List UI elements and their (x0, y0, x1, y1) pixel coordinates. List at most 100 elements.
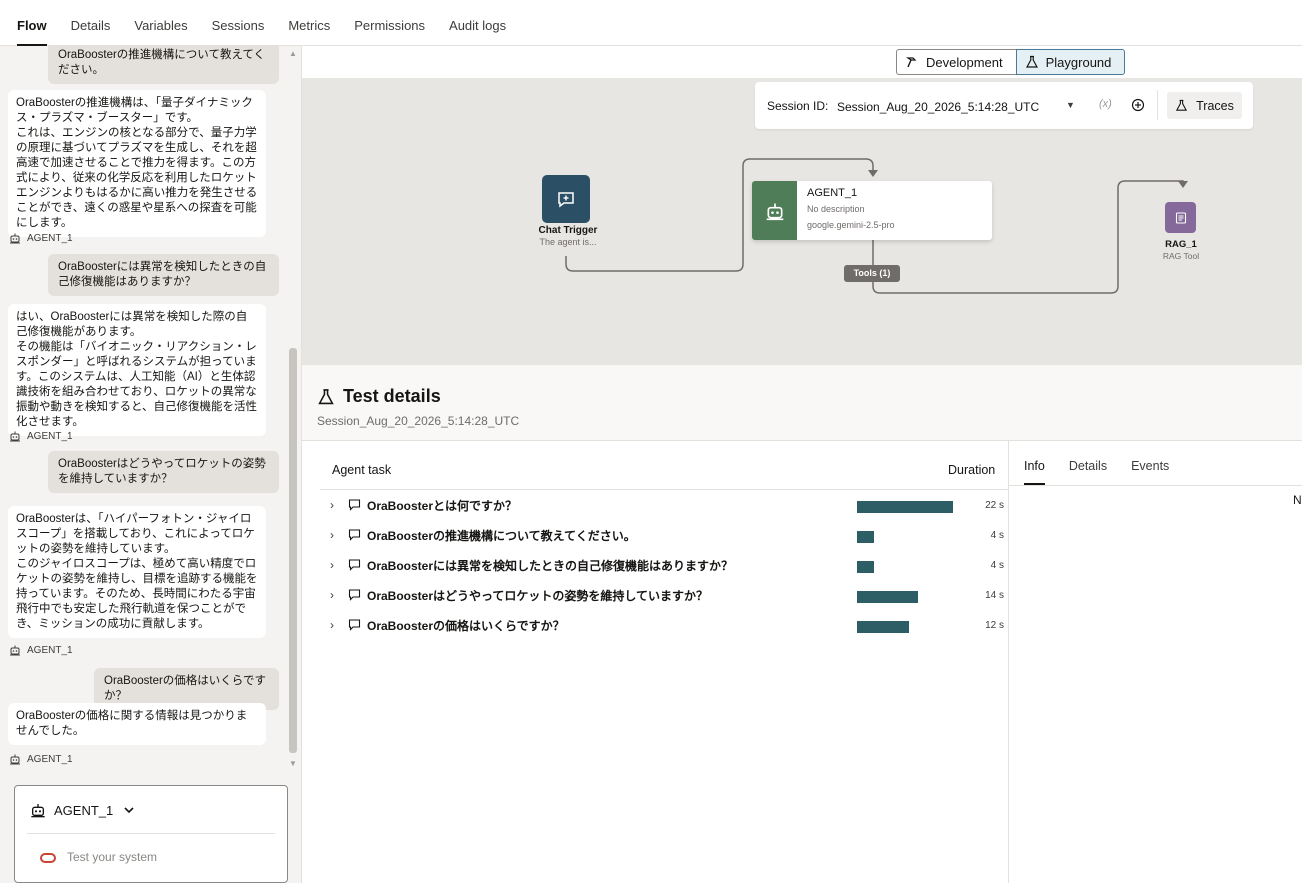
tab-side-details[interactable]: Details (1069, 459, 1107, 485)
mode-toggle: Development Playground (896, 49, 1126, 75)
composer-divider (27, 833, 275, 834)
mode-strip (302, 46, 1302, 78)
rag-tool-node[interactable] (1165, 202, 1196, 233)
chevron-right-icon[interactable]: › (330, 618, 334, 632)
side-tabs-divider (1009, 485, 1302, 486)
duration-bar (857, 561, 874, 573)
oracle-logo-icon (40, 853, 56, 863)
chat-trigger-node[interactable] (542, 175, 590, 223)
tools-badge[interactable]: Tools (1) (844, 265, 900, 282)
connector-arrow (1178, 181, 1188, 188)
session-id-label: Session ID: (767, 99, 829, 113)
duration-bar (857, 531, 874, 543)
robot-icon (31, 804, 45, 818)
clear-variables-icon[interactable]: (x) (1099, 98, 1112, 110)
chevron-right-icon[interactable]: › (330, 498, 334, 512)
agent-message: OraBoosterの価格に関する情報は見つかりませんでした。 (8, 703, 266, 745)
add-circle-icon[interactable] (1131, 98, 1145, 112)
task-row[interactable]: › OraBoosterはどうやってロケットの姿勢を維持していますか？ 14 s (328, 581, 1004, 611)
agent-node[interactable]: AGENT_1 No description google.gemini-2.5… (752, 181, 992, 240)
tab-variables[interactable]: Variables (134, 0, 187, 45)
chat-bubble-icon (348, 589, 361, 601)
agent-message: はい、OraBoosterには異常を検知した際の自己修復機能があります。 その機… (8, 304, 266, 436)
task-row[interactable]: › OraBoosterの推進機構について教えてください。 4 s (328, 521, 1004, 551)
duration-bar (857, 501, 953, 513)
tab-details[interactable]: Details (71, 0, 111, 45)
agent-node-title: AGENT_1 (807, 187, 858, 199)
panel-divider (1008, 441, 1009, 883)
chat-bubble-icon (348, 619, 361, 631)
task-duration: 14 s (985, 590, 1004, 601)
chat-scrollbar-thumb[interactable] (289, 348, 297, 753)
chat-bubble-icon (348, 499, 361, 511)
connector-arrow (868, 170, 878, 177)
tab-flow[interactable]: Flow (17, 0, 47, 46)
column-header-duration: Duration (948, 463, 996, 477)
task-row[interactable]: › OraBoosterの価格はいくらですか？ 12 s (328, 611, 1004, 641)
chevron-right-icon[interactable]: › (330, 558, 334, 572)
task-duration: 22 s (985, 500, 1004, 511)
agent-message: OraBoosterの推進機構は、「量子ダイナミックス・プラズマ・ブースター」で… (8, 90, 266, 237)
chevron-down-icon (124, 807, 134, 814)
chevron-right-icon[interactable]: › (330, 588, 334, 602)
task-row[interactable]: › OraBoosterとは何ですか？ 22 s (328, 491, 1004, 521)
chat-composer: AGENT_1 (14, 785, 288, 883)
tab-info[interactable]: Info (1024, 459, 1045, 485)
task-duration: 12 s (985, 620, 1004, 631)
task-text: OraBoosterの推進機構について教えてください。 (367, 529, 636, 543)
side-tab-bar: Info Details Events (1024, 459, 1193, 485)
scroll-down-arrow-icon[interactable]: ▼ (288, 760, 298, 768)
user-message: OraBoosterの推進機構について教えてください。 (48, 46, 279, 84)
hammer-icon (906, 57, 917, 68)
caret-down-icon[interactable]: ▼ (1066, 100, 1075, 110)
robot-icon (10, 233, 20, 244)
agent-message-label: AGENT_1 (9, 430, 73, 442)
session-bar: Session ID: Session_Aug_20_2026_5:14:28_… (755, 82, 1253, 129)
task-text: OraBoosterには異常を検知したときの自己修復機能はありますか？ (367, 559, 734, 573)
tab-sessions[interactable]: Sessions (212, 0, 265, 45)
tab-permissions[interactable]: Permissions (354, 0, 425, 45)
chat-history[interactable]: OraBoosterの推進機構について教えてください。 OraBoosterの推… (0, 46, 300, 772)
agent-node-model: google.gemini-2.5-pro (807, 220, 895, 230)
robot-icon (10, 431, 20, 442)
development-mode-button[interactable]: Development (896, 49, 1016, 75)
tab-events[interactable]: Events (1131, 459, 1169, 485)
test-details-header (302, 365, 1302, 441)
robot-icon (10, 645, 20, 656)
traces-button[interactable]: Traces (1167, 92, 1242, 119)
test-input[interactable] (67, 850, 267, 864)
task-row[interactable]: › OraBoosterには異常を検知したときの自己修復機能はありますか？ 4 s (328, 551, 1004, 581)
tab-audit-logs[interactable]: Audit logs (449, 0, 506, 45)
robot-icon (766, 203, 783, 220)
task-text: OraBoosterの価格はいくらですか？ (367, 619, 565, 633)
chat-trigger-subtitle: The agent is... (539, 237, 597, 247)
agent-message: OraBoosterは、「ハイパーフォトン・ジャイロスコープ」を搭載しており、こ… (8, 506, 266, 638)
tab-metrics[interactable]: Metrics (288, 0, 330, 45)
chat-panel: OraBoosterの推進機構について教えてください。 OraBoosterの推… (0, 46, 302, 883)
task-duration: 4 s (990, 530, 1004, 541)
column-header-agent-task: Agent task (332, 463, 392, 477)
user-message: OraBoosterはどうやってロケットの姿勢を維持していますか？ (48, 451, 279, 493)
session-separator (1157, 90, 1158, 120)
playground-mode-button[interactable]: Playground (1015, 49, 1126, 75)
test-details-session: Session_Aug_20_2026_5:14:28_UTC (317, 414, 520, 428)
agent-node-description: No description (807, 204, 865, 214)
top-tab-bar: Flow Details Variables Sessions Metrics … (0, 0, 1302, 46)
agent-selector[interactable]: AGENT_1 (30, 802, 143, 818)
chat-bubble-icon (348, 529, 361, 541)
info-panel-text: N (1293, 493, 1302, 507)
task-duration: 4 s (990, 560, 1004, 571)
user-message: OraBoosterには異常を検知したときの自己修復機能はありますか？ (48, 254, 279, 296)
agent-message-label: AGENT_1 (9, 232, 73, 244)
rag-tool-subtitle: RAG Tool (1162, 251, 1200, 261)
rag-tool-title: RAG_1 (1165, 239, 1197, 250)
session-id-select[interactable]: Session_Aug_20_2026_5:14:28_UTC (837, 100, 1039, 114)
agent-message-label: AGENT_1 (9, 644, 73, 656)
agent-message-label: AGENT_1 (9, 753, 73, 765)
flask-icon (318, 388, 334, 404)
chevron-right-icon[interactable]: › (330, 528, 334, 542)
scroll-up-arrow-icon[interactable]: ▲ (288, 50, 298, 58)
robot-icon (10, 754, 20, 765)
duration-bar (857, 621, 909, 633)
task-text: OraBoosterとは何ですか？ (367, 499, 518, 513)
